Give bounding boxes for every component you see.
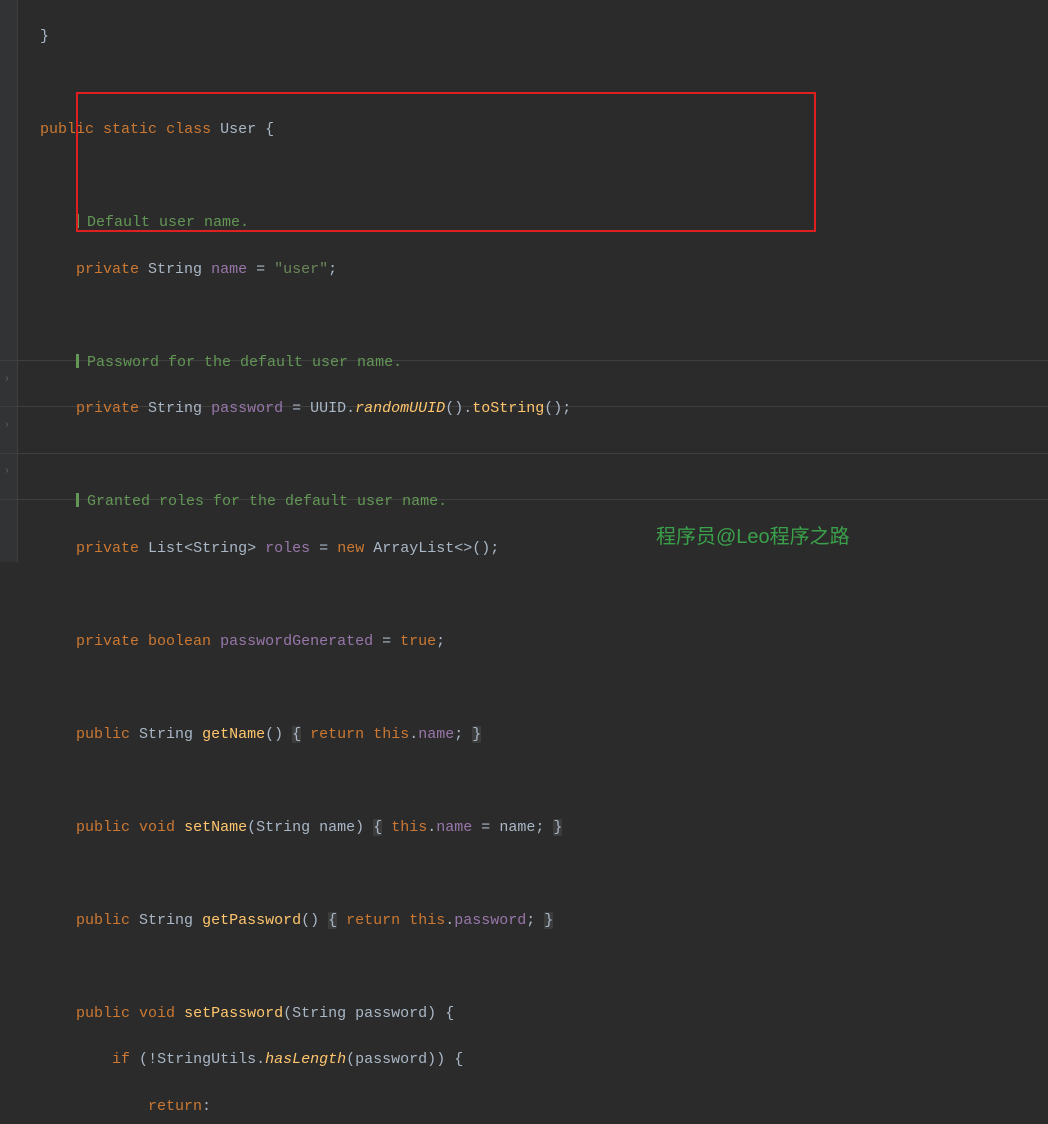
field-name: roles	[265, 540, 310, 557]
doc-comment: Granted roles for the default user name.	[87, 493, 447, 510]
fold-arrow-icon[interactable]: ›	[4, 418, 10, 434]
keyword-boolean: boolean	[148, 633, 211, 650]
keyword-static: static	[103, 121, 157, 138]
keyword-new: new	[337, 540, 364, 557]
keyword-public: public	[76, 912, 130, 929]
fold-arrow-icon[interactable]: ›	[4, 464, 10, 480]
class-name: User	[220, 121, 256, 138]
brace: {	[265, 121, 274, 138]
keyword-private: private	[76, 633, 139, 650]
operator: =	[292, 400, 301, 417]
doc-comment: Default user name.	[87, 214, 249, 231]
field-name: passwordGenerated	[220, 633, 373, 650]
static-method: randomUUID	[355, 400, 445, 417]
keyword-public: public	[76, 726, 130, 743]
keyword-class: class	[166, 121, 211, 138]
string-literal: "user"	[274, 261, 328, 278]
class-ref: UUID	[310, 400, 346, 417]
method-name: getName	[202, 726, 265, 743]
type: List	[148, 540, 184, 557]
doc-marker	[76, 493, 79, 507]
keyword-public: public	[40, 121, 94, 138]
keyword-true: true	[400, 633, 436, 650]
keyword-if: if	[112, 1051, 130, 1068]
keyword-public: public	[76, 819, 130, 836]
brace: }	[40, 28, 49, 45]
keyword-private: private	[76, 540, 139, 557]
method-name: getPassword	[202, 912, 301, 929]
doc-comment: Password for the default user name.	[87, 354, 402, 371]
keyword-public: public	[76, 1005, 130, 1022]
type: String	[148, 400, 202, 417]
semicolon: ;	[328, 261, 337, 278]
keyword-return: return	[148, 1098, 202, 1115]
code-editor[interactable]: } public static class User { Default use…	[40, 0, 1048, 1124]
field-name: password	[211, 400, 283, 417]
fold-arrow-icon[interactable]: ›	[4, 372, 10, 388]
doc-marker	[76, 214, 79, 228]
type: String	[148, 261, 202, 278]
field-name: name	[211, 261, 247, 278]
static-method: hasLength	[265, 1051, 346, 1068]
keyword-private: private	[76, 261, 139, 278]
editor-gutter: › › ›	[0, 0, 18, 562]
watermark-text: 程序员@Leo程序之路	[656, 522, 850, 553]
method-name: setPassword	[184, 1005, 283, 1022]
editor-stripe	[18, 0, 40, 562]
doc-marker	[76, 354, 79, 368]
keyword-private: private	[76, 400, 139, 417]
method-call: toString	[472, 400, 544, 417]
method-name: setName	[184, 819, 247, 836]
operator: =	[256, 261, 265, 278]
